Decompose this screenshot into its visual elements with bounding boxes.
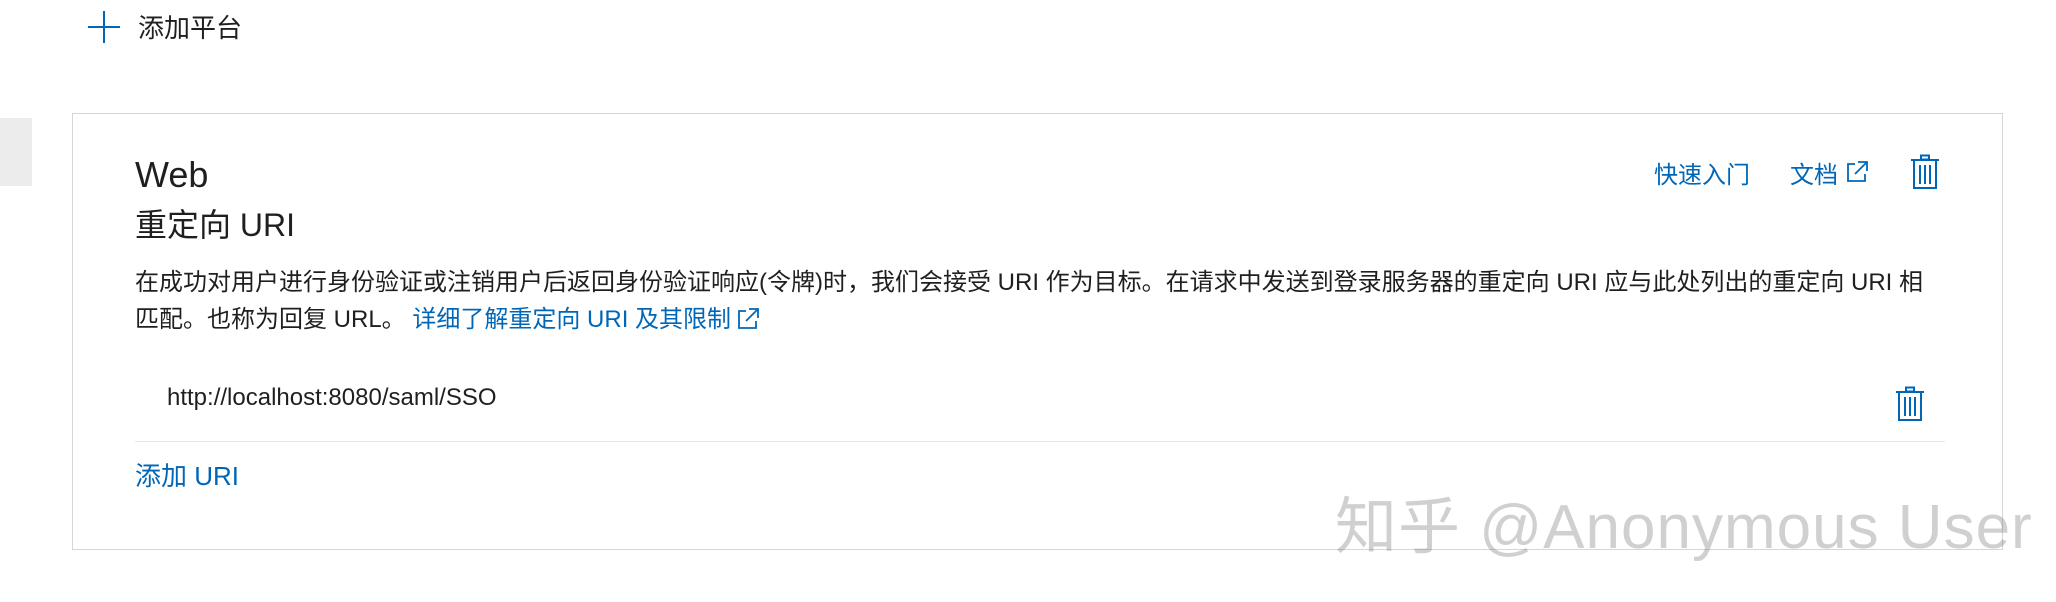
card-actions: 快速入门 文档: [1654, 154, 1940, 190]
delete-uri-button[interactable]: [1895, 386, 1925, 422]
learn-more-link[interactable]: 详细了解重定向 URI 及其限制: [412, 306, 761, 333]
platform-title: Web: [135, 154, 209, 195]
side-tab: [0, 118, 32, 186]
add-platform-label: 添加平台: [138, 13, 243, 43]
page: 添加平台 Web 重定向 URI 快速入门 文档 在成功对用户进行身份验证或注销…: [0, 0, 2056, 602]
uri-value[interactable]: http://localhost:8080/saml/SSO: [167, 384, 497, 412]
docs-link[interactable]: 文档: [1790, 155, 1870, 190]
trash-icon: [1911, 154, 1939, 189]
delete-platform-button[interactable]: [1910, 154, 1940, 190]
redirect-uri-title: 重定向 URI: [135, 207, 296, 243]
external-link-icon: [1844, 159, 1870, 185]
trash-icon: [1896, 386, 1924, 421]
learn-more-label: 详细了解重定向 URI 及其限制: [412, 306, 732, 333]
description-text: 在成功对用户进行身份验证或注销用户后返回身份验证响应(令牌)时，我们会接受 UR…: [135, 269, 1923, 333]
quickstart-link[interactable]: 快速入门: [1654, 155, 1750, 190]
add-platform-button[interactable]: 添加平台: [88, 8, 242, 45]
docs-link-label: 文档: [1790, 161, 1838, 189]
web-platform-card: Web 重定向 URI 快速入门 文档 在成功对用户进行身份验证或注销用户后返回…: [72, 113, 2003, 550]
uri-row: http://localhost:8080/saml/SSO: [135, 366, 1945, 442]
add-uri-link[interactable]: 添加 URI: [135, 456, 239, 493]
redirect-uri-description: 在成功对用户进行身份验证或注销用户后返回身份验证响应(令牌)时，我们会接受 UR…: [135, 264, 1945, 343]
external-link-icon: [735, 306, 761, 343]
plus-icon: [88, 10, 120, 43]
